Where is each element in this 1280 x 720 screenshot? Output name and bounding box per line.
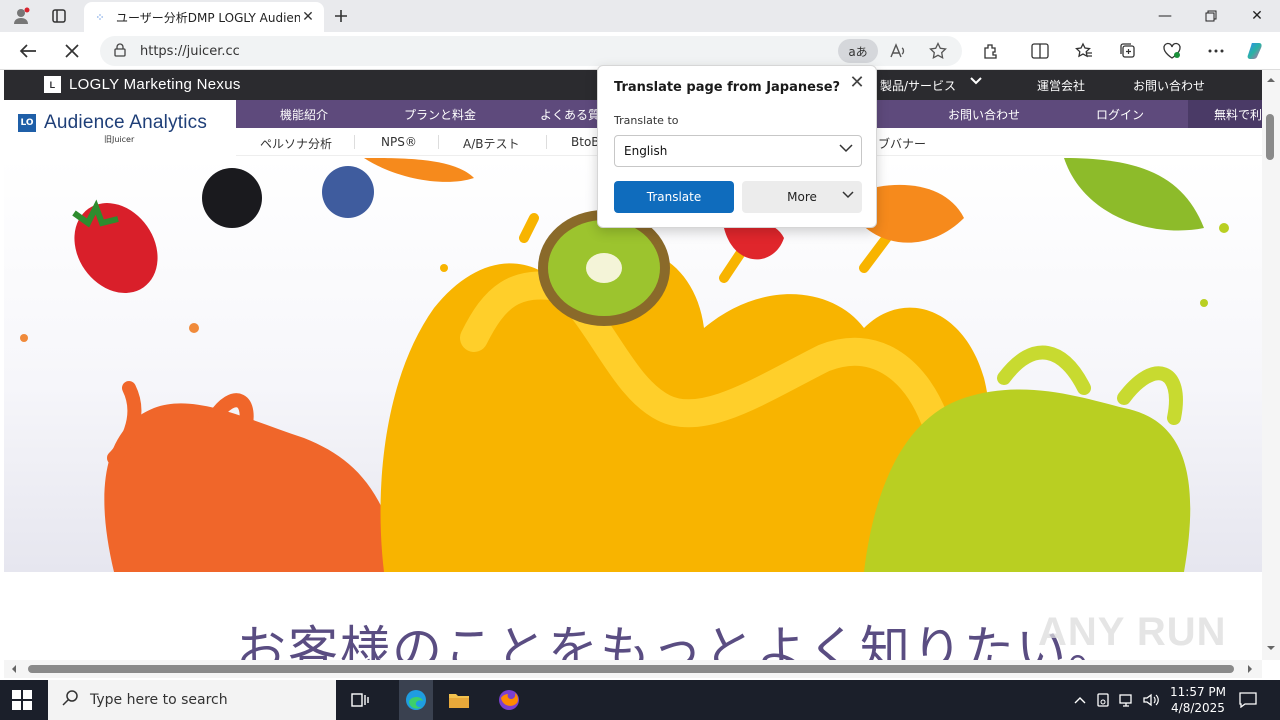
- firefox-icon[interactable]: [497, 688, 521, 712]
- network-icon[interactable]: [1115, 688, 1139, 712]
- watermark: ANY RUN: [1038, 610, 1227, 654]
- translate-to-label: Translate to: [614, 114, 679, 127]
- translate-popup-title: Translate page from Japanese?: [614, 80, 841, 95]
- taskbar: Type here to search 11:57 PM 4/8/2025: [0, 680, 1280, 720]
- logly-logo-icon: L: [44, 76, 61, 93]
- nav-faq[interactable]: よくある質: [540, 106, 600, 123]
- file-explorer-icon[interactable]: [447, 688, 471, 712]
- lock-icon[interactable]: [114, 42, 126, 60]
- subnav-btob[interactable]: BtoB: [571, 135, 600, 149]
- minimize-icon[interactable]: —: [1142, 4, 1188, 28]
- hero-headline: お客様のことをもっとよく知りたい。: [236, 621, 1120, 660]
- settings-more-icon[interactable]: [1204, 39, 1228, 63]
- clock-time: 11:57 PM: [1170, 685, 1226, 699]
- back-arrow-icon[interactable]: [16, 39, 40, 63]
- windows-start-icon[interactable]: [12, 690, 34, 712]
- collections-icon[interactable]: [1116, 39, 1140, 63]
- more-button[interactable]: More: [742, 181, 862, 213]
- tab-title: ユーザー分析DMP LOGLY Audience: [116, 10, 300, 25]
- translate-page-icon[interactable]: aあ: [838, 39, 878, 63]
- close-window-icon[interactable]: ✕: [1234, 4, 1280, 28]
- tab-actions-icon[interactable]: [48, 6, 70, 26]
- horizontal-scrollbar[interactable]: [4, 660, 1262, 678]
- url-text: https://juicer.cc: [140, 43, 240, 59]
- taskbar-search-box[interactable]: Type here to search: [48, 680, 336, 720]
- subnav-nps[interactable]: NPS®: [381, 135, 417, 149]
- browser-essentials-icon[interactable]: [1160, 39, 1184, 63]
- edge-taskbar-icon[interactable]: [399, 680, 433, 720]
- vertical-scroll-thumb[interactable]: [1266, 114, 1274, 160]
- subnav-abtest[interactable]: A/Bテスト: [463, 135, 520, 152]
- chevron-down-icon[interactable]: [970, 75, 982, 89]
- clock-date: 4/8/2025: [1171, 701, 1225, 715]
- profile-icon[interactable]: [10, 6, 32, 26]
- top-brand-text: LOGLY Marketing Nexus: [69, 76, 241, 93]
- translate-popup: Translate page from Japanese? ✕ Translat…: [597, 65, 877, 228]
- system-clock[interactable]: 11:57 PM 4/8/2025: [1170, 684, 1226, 716]
- subnav-persona[interactable]: ペルソナ分析: [260, 135, 332, 152]
- split-screen-icon[interactable]: [1028, 39, 1052, 63]
- tab-active[interactable]: ⁘ ユーザー分析DMP LOGLY Audience ✕: [84, 2, 324, 32]
- audience-analytics-logo-icon: LO: [18, 114, 36, 132]
- close-popup-icon[interactable]: ✕: [846, 72, 868, 93]
- task-view-icon[interactable]: [348, 688, 372, 712]
- search-icon: [62, 690, 78, 710]
- new-tab-icon[interactable]: [330, 6, 352, 26]
- top-brand[interactable]: L LOGLY Marketing Nexus: [44, 76, 241, 93]
- favorites-icon[interactable]: [1072, 39, 1096, 63]
- nav-contact[interactable]: お問い合わせ: [948, 106, 1020, 123]
- top-nav-products[interactable]: 製品/サービス: [880, 77, 956, 94]
- copilot-icon[interactable]: [1245, 39, 1269, 63]
- nav-login[interactable]: ログイン: [1096, 106, 1144, 123]
- favorite-star-icon[interactable]: [926, 39, 950, 63]
- nav-features[interactable]: 機能紹介: [280, 106, 328, 123]
- subnav-divider: [354, 135, 355, 149]
- show-hidden-icons-icon[interactable]: [1068, 688, 1092, 712]
- more-button-label: More: [787, 190, 817, 204]
- subnav-divider: [438, 135, 439, 149]
- read-aloud-icon[interactable]: [886, 39, 910, 63]
- site-logo-name: Audience Analytics: [44, 112, 208, 133]
- target-language-select[interactable]: English: [614, 135, 862, 167]
- volume-icon[interactable]: [1139, 688, 1163, 712]
- subnav-banner[interactable]: ブバナー: [878, 135, 926, 152]
- chevron-down-icon: [839, 142, 853, 156]
- notifications-icon[interactable]: [1236, 688, 1260, 712]
- chevron-down-icon: [842, 189, 854, 202]
- stop-loading-icon[interactable]: [60, 39, 84, 63]
- close-tab-icon[interactable]: ✕: [300, 9, 316, 25]
- extensions-icon[interactable]: [979, 39, 1003, 63]
- vertical-scrollbar[interactable]: [1262, 70, 1280, 660]
- top-nav-contact[interactable]: お問い合わせ: [1133, 77, 1205, 94]
- site-logo[interactable]: LO Audience Analytics: [18, 112, 207, 134]
- nav-free-trial[interactable]: 無料で利: [1214, 106, 1262, 123]
- top-nav-company[interactable]: 運営会社: [1037, 77, 1085, 94]
- horizontal-scroll-thumb[interactable]: [28, 665, 1234, 673]
- nav-plans[interactable]: プランと料金: [404, 106, 476, 123]
- translate-button[interactable]: Translate: [614, 181, 734, 213]
- subnav-divider: [546, 135, 547, 149]
- tab-bar: ⁘ ユーザー分析DMP LOGLY Audience ✕ — ✕: [0, 0, 1280, 32]
- search-placeholder: Type here to search: [90, 692, 228, 708]
- selected-language: English: [624, 144, 668, 158]
- site-favicon-icon: ⁘: [95, 10, 105, 24]
- url-input[interactable]: https://juicer.cc: [100, 36, 962, 66]
- site-logo-sub: 旧Juicer: [104, 135, 135, 144]
- network-device-icon[interactable]: [1091, 688, 1115, 712]
- restore-icon[interactable]: [1188, 4, 1234, 28]
